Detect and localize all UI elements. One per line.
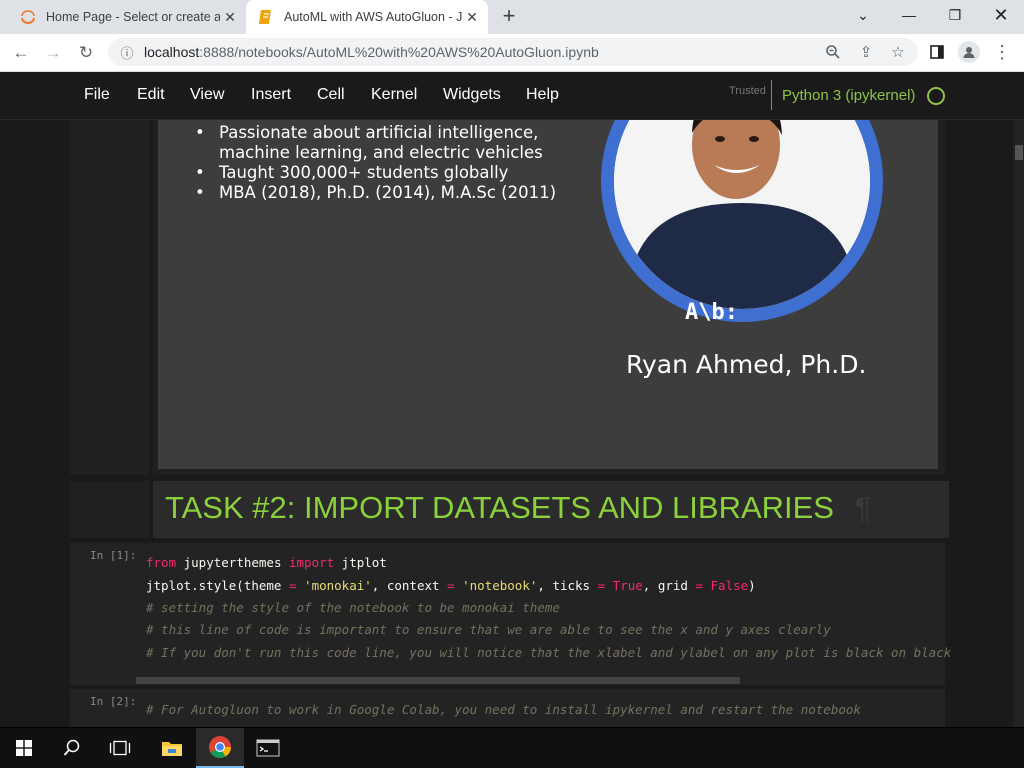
code-comment: # If you don't run this code line, you w… bbox=[146, 645, 952, 660]
menu-kernel[interactable]: Kernel bbox=[371, 86, 417, 104]
restore-button[interactable]: ❐ bbox=[932, 0, 978, 30]
tab-home-page[interactable]: Home Page - Select or create a n ✕ bbox=[8, 0, 246, 34]
close-tab-icon[interactable]: ✕ bbox=[220, 7, 240, 27]
cell-divider bbox=[149, 120, 153, 475]
more-menu-icon[interactable]: ⋮ bbox=[991, 41, 1013, 63]
tab-title: AutoML with AWS AutoGluon - Ju bbox=[284, 10, 462, 24]
bookmark-star-icon[interactable]: ☆ bbox=[887, 41, 909, 63]
new-tab-button[interactable]: + bbox=[498, 5, 520, 28]
code-line: jtplot.style(theme = 'monokai', context … bbox=[146, 578, 756, 593]
chrome-taskbar-icon[interactable] bbox=[196, 728, 244, 768]
code-line: from jupyterthemes import jtplot bbox=[146, 555, 387, 570]
notebook-container: Passionate about artificial intelligence… bbox=[0, 120, 1024, 727]
terminal-taskbar-icon[interactable] bbox=[244, 728, 292, 768]
shirt-logo-text: A\b: bbox=[685, 300, 738, 325]
kernel-separator bbox=[771, 80, 772, 110]
bullet-item: Passionate about artificial intelligence… bbox=[195, 123, 556, 143]
side-panel-icon[interactable] bbox=[926, 41, 948, 63]
close-tab-icon[interactable]: ✕ bbox=[462, 7, 482, 27]
menu-help[interactable]: Help bbox=[526, 86, 559, 104]
kernel-name[interactable]: Python 3 (ipykernel) bbox=[782, 87, 915, 104]
profile-photo bbox=[614, 120, 870, 309]
cell-prompt: In [1]: bbox=[90, 549, 137, 562]
bullet-item-continuation: machine learning, and electric vehicles bbox=[219, 143, 543, 162]
menu-widgets[interactable]: Widgets bbox=[443, 86, 501, 104]
bio-bullet-list: Passionate about artificial intelligence… bbox=[195, 123, 556, 203]
anchor-link-icon[interactable]: ¶ bbox=[855, 492, 871, 526]
notebook-icon bbox=[258, 9, 274, 25]
bullet-item: MBA (2018), Ph.D. (2014), M.A.Sc (2011) bbox=[195, 183, 556, 203]
menu-view[interactable]: View bbox=[190, 86, 224, 104]
scrollbar-thumb[interactable] bbox=[1015, 145, 1023, 160]
browser-toolbar: ← → ↻ ⓘ localhost:8888/notebooks/AutoML%… bbox=[0, 34, 1024, 72]
menu-file[interactable]: File bbox=[84, 86, 110, 104]
profile-avatar-icon[interactable] bbox=[958, 41, 980, 63]
trusted-indicator[interactable]: Trusted bbox=[729, 85, 766, 97]
horizontal-scrollbar[interactable] bbox=[136, 677, 740, 684]
forward-icon[interactable]: → bbox=[40, 40, 66, 66]
url-text: localhost:8888/notebooks/AutoML%20with%2… bbox=[144, 44, 599, 60]
share-icon[interactable]: ⇪ bbox=[855, 41, 877, 63]
menu-cell[interactable]: Cell bbox=[317, 86, 345, 104]
reload-icon[interactable]: ↻ bbox=[73, 40, 99, 66]
back-icon[interactable]: ← bbox=[8, 40, 34, 66]
presenter-name: Ryan Ahmed, Ph.D. bbox=[626, 350, 867, 379]
cell-prompt: In [2]: bbox=[90, 695, 137, 708]
bullet-item: Taught 300,000+ students globally bbox=[195, 163, 556, 183]
kernel-idle-indicator-icon bbox=[927, 87, 945, 105]
tab-title: Home Page - Select or create a n bbox=[46, 10, 220, 24]
vertical-scrollbar[interactable] bbox=[1013, 120, 1024, 727]
menu-insert[interactable]: Insert bbox=[251, 86, 291, 104]
file-explorer-icon[interactable] bbox=[148, 728, 196, 768]
code-comment: # setting the style of the notebook to b… bbox=[146, 600, 560, 615]
jupyter-logo-icon bbox=[20, 9, 36, 25]
browser-tab-strip: Home Page - Select or create a n ✕ AutoM… bbox=[0, 0, 1024, 34]
zoom-icon[interactable] bbox=[822, 41, 844, 63]
site-info-icon[interactable]: ⓘ bbox=[118, 43, 136, 62]
address-bar[interactable]: ⓘ localhost:8888/notebooks/AutoML%20with… bbox=[108, 38, 918, 66]
task-view-icon[interactable] bbox=[96, 728, 144, 768]
menu-edit[interactable]: Edit bbox=[137, 86, 165, 104]
tab-automl-notebook[interactable]: AutoML with AWS AutoGluon - Ju ✕ bbox=[246, 0, 488, 34]
minimize-button[interactable]: — bbox=[886, 0, 932, 30]
code-comment: # For Autogluon to work in Google Colab,… bbox=[146, 702, 861, 717]
task-heading: TASK #2: IMPORT DATASETS AND LIBRARIES bbox=[165, 490, 834, 525]
windows-taskbar bbox=[0, 728, 1024, 768]
close-window-button[interactable]: ✕ bbox=[978, 0, 1024, 30]
search-icon[interactable] bbox=[48, 728, 96, 768]
tab-search-icon[interactable]: ⌄ bbox=[840, 0, 886, 30]
windows-start-icon[interactable] bbox=[0, 728, 48, 768]
code-comment: # this line of code is important to ensu… bbox=[146, 622, 831, 637]
